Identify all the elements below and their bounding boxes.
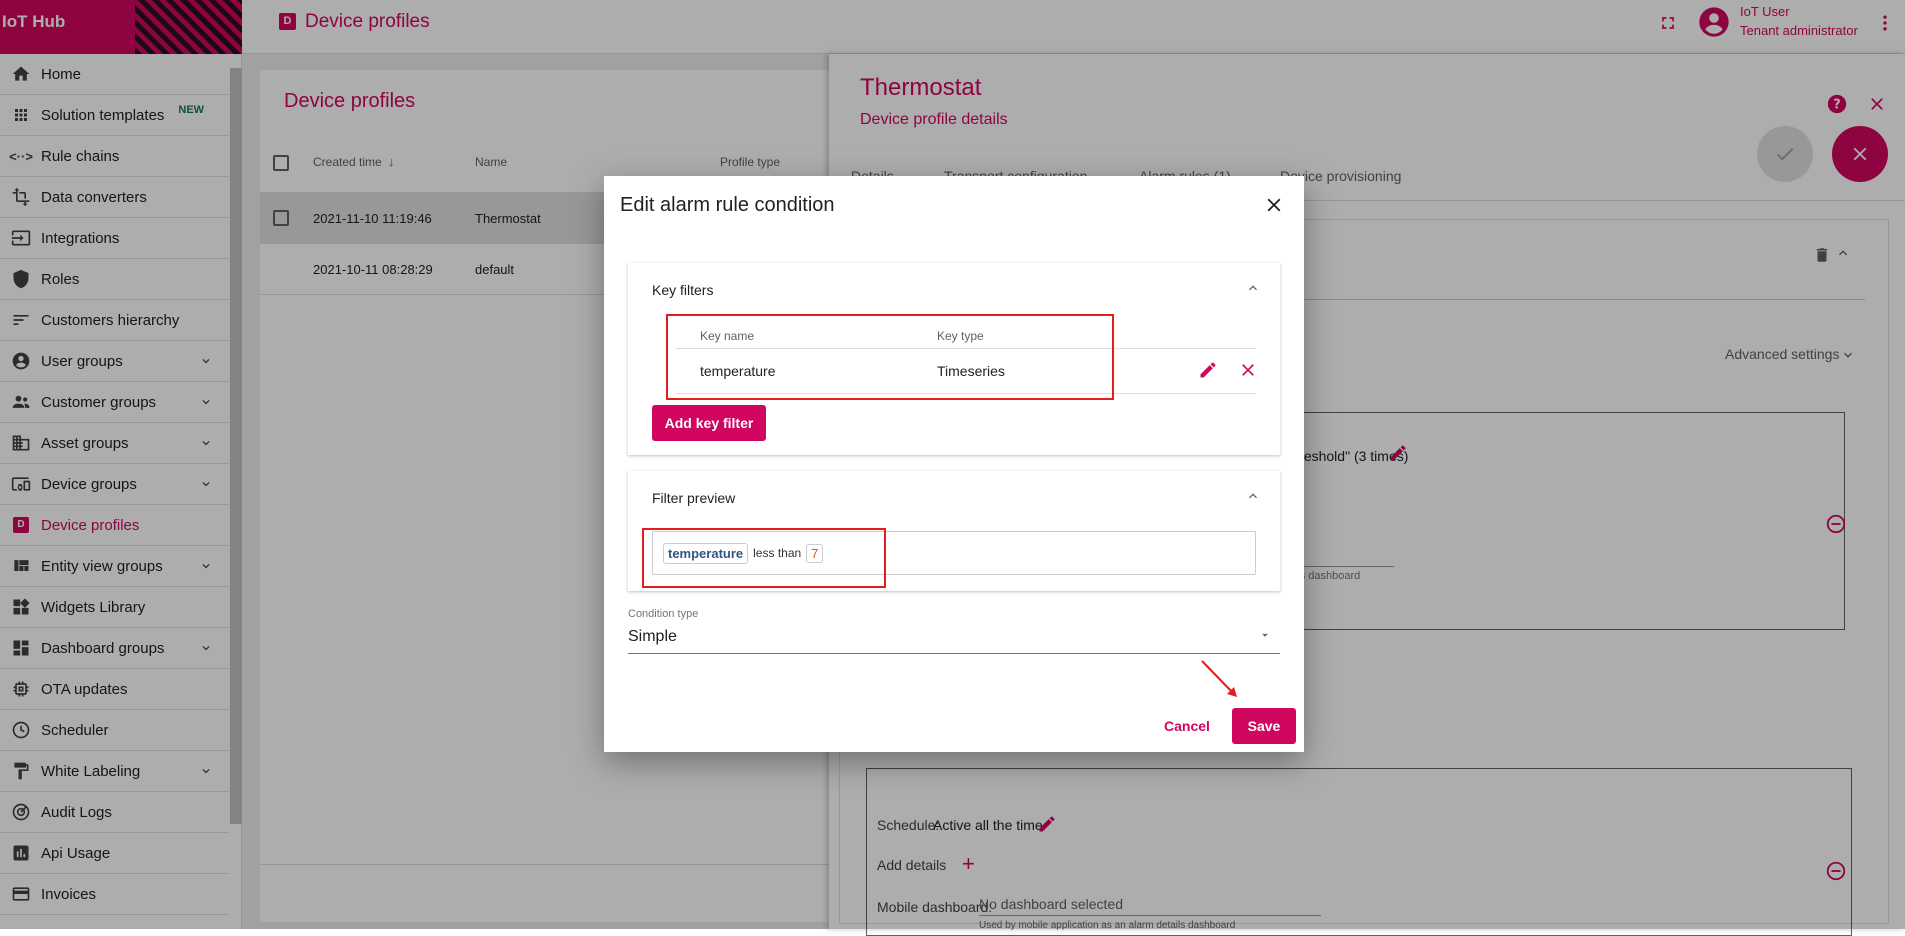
condition-type-label: Condition type xyxy=(628,608,699,620)
annotation-box xyxy=(666,314,1114,400)
save-button[interactable]: Save xyxy=(1232,708,1296,744)
add-key-filter-button[interactable]: Add key filter xyxy=(652,405,766,441)
cancel-button[interactable]: Cancel xyxy=(1147,708,1227,744)
dropdown-arrow-icon xyxy=(1258,628,1272,645)
chevron-up-icon[interactable] xyxy=(1245,488,1261,507)
dialog-title: Edit alarm rule condition xyxy=(620,194,835,216)
condition-type-select[interactable]: Simple xyxy=(628,624,1280,654)
delete-key-icon[interactable] xyxy=(1238,360,1258,383)
annotation-box xyxy=(642,528,886,588)
close-icon[interactable] xyxy=(1263,194,1285,219)
filter-preview-title[interactable]: Filter preview xyxy=(652,490,735,506)
key-filters-title[interactable]: Key filters xyxy=(652,282,713,298)
condition-type-value: Simple xyxy=(628,628,677,645)
chevron-up-icon[interactable] xyxy=(1245,280,1261,299)
edit-icon[interactable] xyxy=(1198,360,1218,383)
edit-alarm-rule-condition-dialog: Edit alarm rule condition Key filters Ke… xyxy=(604,176,1304,752)
annotation-arrow xyxy=(1201,660,1237,697)
